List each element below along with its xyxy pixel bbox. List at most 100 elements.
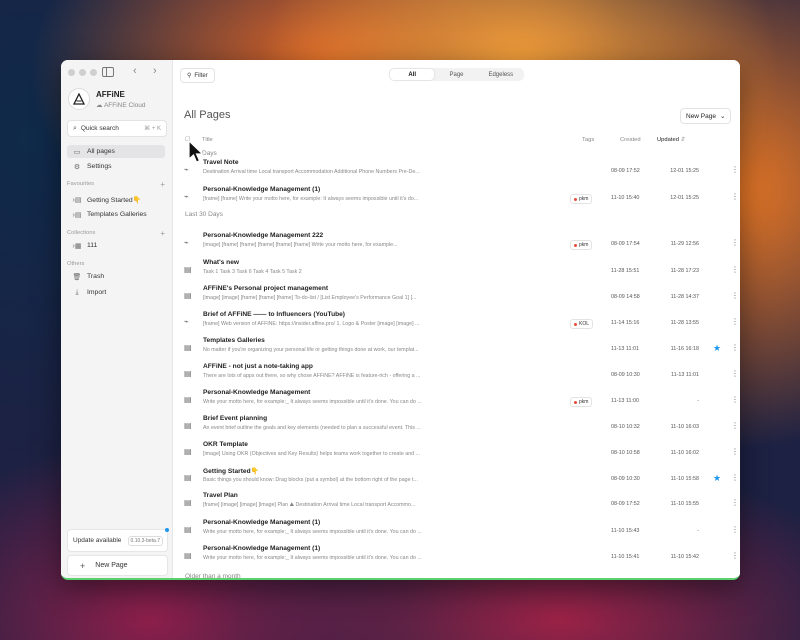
page-icon: ▤ — [184, 369, 192, 378]
page-icon: ›▤ — [72, 196, 82, 204]
workspace-name: AFFiNE — [96, 89, 125, 99]
sidebar-item-trash[interactable]: 🗑 Trash — [67, 270, 165, 283]
favorite-star-icon[interactable]: ★ — [713, 344, 721, 353]
row-updated: 11-10 15:58 — [670, 476, 699, 482]
row-title: Personal-Knowledge Management (1) — [203, 186, 321, 193]
main-content: ⚲ Filter All Page Edgeless All Pages New… — [173, 60, 740, 578]
more-options-icon[interactable]: ⋮ — [731, 292, 739, 300]
tab-page[interactable]: Page — [434, 69, 478, 80]
favorite-star-icon[interactable]: ★ — [713, 474, 721, 483]
new-page-button[interactable]: New Page ⌄ — [680, 108, 732, 124]
sidebar-item-import[interactable]: ⤓ Import — [67, 286, 165, 299]
more-options-icon[interactable]: ⋮ — [731, 344, 739, 352]
sidebar-item-getting-started[interactable]: ›▤ Getting Started👇 — [67, 193, 165, 206]
table-row[interactable]: ⌁ Brief of AFFiNE —— to Influencers (YouT… — [181, 309, 739, 335]
tag-badge[interactable]: pkm — [570, 194, 593, 204]
column-updated[interactable]: Updated ⇵ — [657, 137, 685, 143]
row-updated: 11-10 16:02 — [670, 450, 699, 456]
plus-icon: + — [80, 560, 86, 571]
more-options-icon[interactable]: ⋮ — [731, 318, 739, 326]
table-row[interactable]: ▤ What's new Task 1 Task 3 Task 6 Task 4 T… — [181, 257, 739, 283]
row-preview: No matter if you're organizing your pers… — [203, 347, 419, 353]
row-updated: 11-28 17:23 — [670, 268, 699, 274]
import-icon: ⤓ — [75, 288, 79, 296]
sidebar-item-templates-galleries[interactable]: ›▤ Templates Galleries — [67, 208, 165, 221]
forward-arrow-icon[interactable]: › — [153, 65, 157, 77]
table-row[interactable]: ⌁ Travel Note Destination Arrival time Loc… — [181, 157, 739, 183]
favourites-section: Favourites + — [67, 180, 167, 189]
sidebar-item-settings[interactable]: ⚙ Settings — [67, 160, 165, 173]
row-preview: [frame] [image] [image] [image] Plan ⛰ D… — [203, 502, 416, 508]
table-row[interactable]: ⌁ Personal-Knowledge Management 222 [image… — [181, 230, 739, 256]
more-options-icon[interactable]: ⋮ — [731, 526, 739, 534]
gear-icon: ⚙ — [73, 163, 81, 171]
minimize-window-button[interactable] — [79, 69, 86, 76]
table-row[interactable]: ▤ AFFiNE's Personal project management [im… — [181, 283, 739, 309]
quick-search-button[interactable]: ⌕ Quick search ⌘ + K — [67, 120, 167, 137]
more-options-icon[interactable]: ⋮ — [731, 370, 739, 378]
more-options-icon[interactable]: ⋮ — [731, 239, 739, 247]
table-row[interactable]: ▤ Personal-Knowledge Management (1) Write … — [181, 543, 739, 569]
tag-label: pkm — [579, 242, 589, 248]
more-options-icon[interactable]: ⋮ — [731, 266, 739, 274]
more-options-icon[interactable]: ⋮ — [731, 474, 739, 482]
row-title: Templates Galleries — [203, 337, 265, 344]
more-options-icon[interactable]: ⋮ — [731, 422, 739, 430]
filter-button[interactable]: ⚲ Filter — [180, 68, 215, 83]
tag-badge[interactable]: pkm — [570, 240, 593, 250]
tag-badge[interactable]: pkm — [570, 397, 593, 407]
row-preview: Write your motto here, for example:_ It … — [203, 529, 422, 535]
sidebar-item-label: All pages — [87, 148, 115, 155]
row-title: Brief Event planning — [203, 415, 268, 422]
more-options-icon[interactable]: ⋮ — [731, 552, 739, 560]
back-arrow-icon[interactable]: ‹ — [133, 65, 137, 77]
workspace-switcher[interactable]: AFFiNE ☁ AFFiNE Cloud — [68, 88, 146, 110]
table-row[interactable]: ▤ Personal-Knowledge Management Write your… — [181, 387, 739, 413]
column-tags[interactable]: Tags — [582, 137, 594, 143]
tag-color-dot — [574, 197, 577, 201]
row-title: Personal-Knowledge Management (1) — [203, 545, 321, 552]
close-window-button[interactable] — [68, 69, 75, 76]
more-options-icon[interactable]: ⋮ — [731, 193, 739, 201]
edgeless-icon: ⌁ — [184, 238, 189, 247]
row-created: 08-10 10:32 — [611, 424, 640, 430]
table-row[interactable]: ▤ Templates Galleries No matter if you're … — [181, 335, 739, 361]
column-created[interactable]: Created — [620, 137, 641, 143]
update-indicator-dot — [165, 528, 169, 532]
others-label: Others — [67, 261, 85, 267]
more-options-icon[interactable]: ⋮ — [731, 166, 739, 174]
tag-badge[interactable]: KOL — [570, 319, 594, 329]
update-version: 0.10.3-beta.7 — [127, 535, 163, 546]
row-created: 11-10 15:41 — [611, 554, 640, 560]
table-row[interactable]: ⌁ Personal-Knowledge Management (1) [frame… — [181, 184, 739, 210]
table-row[interactable]: ▤ OKR Template [image] Using OKR (Objectiv… — [181, 439, 739, 465]
table-row[interactable]: ▤ Personal-Knowledge Management (1) Write … — [181, 517, 739, 543]
sidebar-toggle-icon[interactable] — [102, 67, 114, 77]
affine-logo-icon — [73, 93, 85, 105]
row-updated: - — [697, 398, 699, 404]
table-row[interactable]: ▤ Brief Event planning An event brief outl… — [181, 413, 739, 439]
table-row[interactable]: ▤ Travel Plan [frame] [image] [image] [ima… — [181, 490, 739, 516]
sidebar-item-collection[interactable]: ›▦ 111 — [67, 239, 165, 252]
update-label: Update available — [73, 537, 122, 544]
workspace-sync-label: AFFiNE Cloud — [103, 101, 146, 109]
row-preview: [image] Using OKR (Objectives and Key Re… — [203, 451, 420, 457]
more-options-icon[interactable]: ⋮ — [731, 396, 739, 404]
update-available-button[interactable]: Update available 0.10.3-beta.7 — [67, 528, 169, 552]
row-title: OKR Template — [203, 441, 248, 448]
table-row[interactable]: ▤ AFFiNE - not just a note-taking app Ther… — [181, 361, 739, 387]
page-icon: ▤ — [184, 498, 192, 507]
more-options-icon[interactable]: ⋮ — [731, 448, 739, 456]
add-collection-icon[interactable]: + — [160, 229, 165, 238]
tab-all[interactable]: All — [390, 69, 435, 80]
filter-icon: ⚲ — [187, 73, 192, 79]
favourites-label: Favourites — [67, 181, 95, 187]
tab-edgeless[interactable]: Edgeless — [479, 69, 523, 80]
sidebar-item-all-pages[interactable]: ▭ All pages — [67, 145, 165, 158]
add-favourite-icon[interactable]: + — [160, 180, 165, 189]
more-options-icon[interactable]: ⋮ — [731, 499, 739, 507]
table-row[interactable]: ▤ Getting Started👇 Basic things you should… — [181, 465, 739, 491]
sidebar-new-page-button[interactable]: + New Page — [67, 555, 168, 576]
zoom-window-button[interactable] — [90, 69, 97, 76]
edgeless-icon: ⌁ — [184, 317, 189, 326]
